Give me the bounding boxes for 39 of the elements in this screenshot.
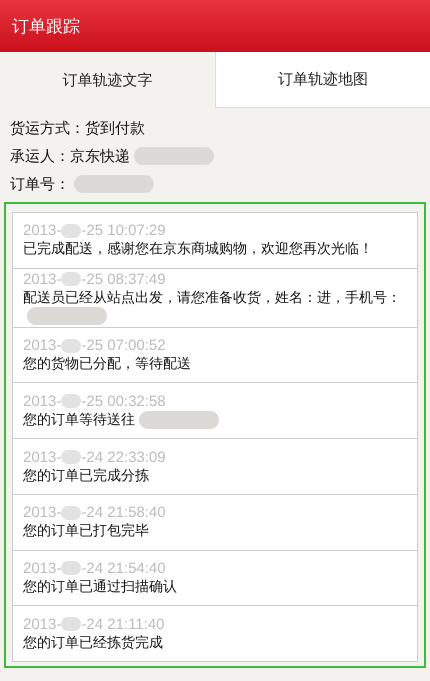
time-text: -25 07:00:52 <box>81 337 166 354</box>
redaction-blur <box>61 394 82 408</box>
event-message: 您的订单已经拣货完成 <box>23 634 163 652</box>
field-label: 货运方式： <box>10 118 85 138</box>
field-label: 订单号： <box>10 174 70 194</box>
date-text: 2013- <box>23 222 62 240</box>
field-label: 承运人： <box>10 146 70 166</box>
date-text: 2013- <box>23 337 62 354</box>
time-text: -25 00:32:58 <box>81 392 166 410</box>
event-message: 您的订单已打包完毕 <box>23 522 149 540</box>
redaction-blur <box>61 338 82 353</box>
date-text: 2013- <box>23 504 62 522</box>
time-text: -25 10:07:29 <box>81 222 166 240</box>
time-text: -24 21:11:40 <box>81 616 164 633</box>
time-text: -25 08:37:49 <box>81 270 166 288</box>
time-text: -24 22:33:09 <box>81 448 166 466</box>
date-text: 2013- <box>23 560 62 577</box>
page-title: 订单跟踪 <box>12 16 80 38</box>
event-message: 配送员已经从站点出发，请您准备收货，姓名：进，手机号： <box>23 288 401 307</box>
redaction-blur <box>61 506 82 520</box>
time-text: -24 21:54:40 <box>81 560 166 577</box>
date-text: 2013- <box>23 392 62 410</box>
date-text: 2013- <box>23 270 62 288</box>
field-value: 京东快递 <box>70 146 130 166</box>
redaction-blur <box>61 272 82 286</box>
event-message: 您的订单已通过扫描确认 <box>23 578 177 596</box>
redaction-blur <box>61 617 82 632</box>
date-text: 2013- <box>23 448 62 466</box>
redaction-blur <box>61 561 82 576</box>
event-message: 您的订单等待送往 <box>23 410 135 429</box>
field-value: 货到付款 <box>85 118 145 138</box>
time-text: -24 21:58:40 <box>81 504 166 522</box>
event-message: 您的货物已分配，等待配送 <box>23 355 191 374</box>
tab[interactable]: 订单轨迹地图 <box>214 52 430 108</box>
event-message: 您的订单已完成分拣 <box>23 466 149 485</box>
event-message: 已完成配送，感谢您在京东商城购物，欢迎您再次光临！ <box>23 240 373 258</box>
redaction-blur <box>61 450 82 464</box>
date-text: 2013- <box>23 616 62 633</box>
redaction-blur <box>61 224 82 238</box>
